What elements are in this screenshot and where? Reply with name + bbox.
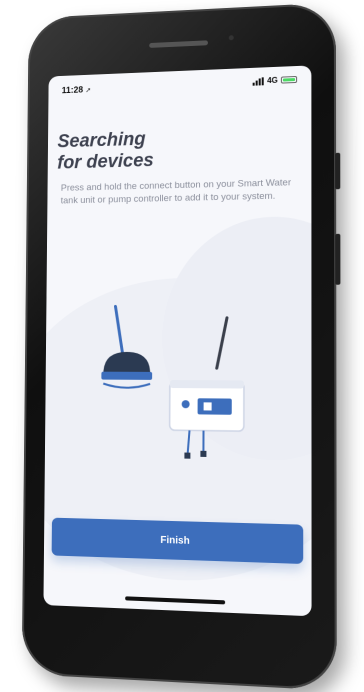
battery-level: [283, 78, 295, 81]
status-bar: 11:28 ➚ 4G: [48, 65, 311, 103]
front-camera: [229, 35, 234, 40]
instructions-text: Press and hold the connect button on you…: [61, 176, 302, 207]
stage: 11:28 ➚ 4G Searching for devices Press a…: [0, 0, 364, 692]
status-indicators: 4G: [253, 75, 297, 86]
home-indicator[interactable]: [125, 596, 225, 604]
app-screen: 11:28 ➚ 4G Searching for devices Press a…: [43, 65, 311, 616]
battery-icon: [281, 76, 297, 84]
volume-button: [335, 153, 340, 190]
status-time: 11:28 ➚: [62, 84, 91, 95]
power-button: [335, 234, 340, 285]
location-arrow-icon: ➚: [85, 87, 91, 94]
status-time-text: 11:28: [62, 85, 83, 95]
cellular-signal-icon: [253, 77, 264, 85]
page-title: Searching for devices: [57, 129, 154, 175]
finish-button[interactable]: Finish: [52, 518, 304, 564]
earpiece-speaker: [149, 40, 208, 48]
phone-frame: 11:28 ➚ 4G Searching for devices Press a…: [22, 2, 337, 690]
smart-water-devices-illustration: [93, 295, 262, 468]
page-title-line-1: Searching: [57, 129, 154, 153]
page-title-line-2: for devices: [57, 150, 154, 174]
network-type: 4G: [267, 76, 278, 85]
